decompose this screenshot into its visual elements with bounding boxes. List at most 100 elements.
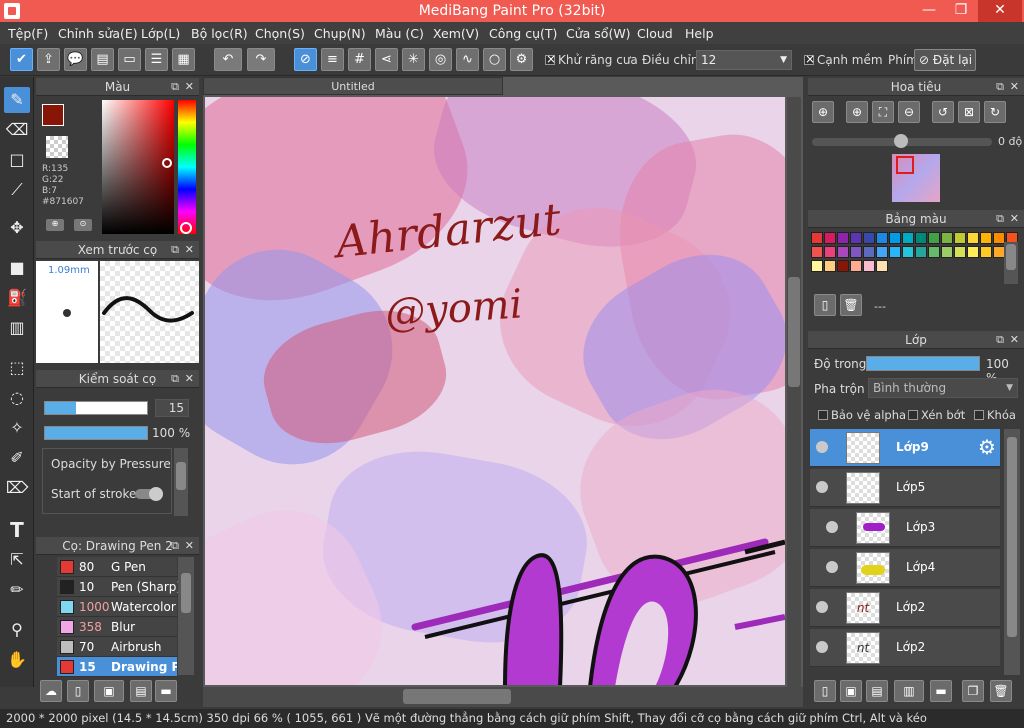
palette-swatch[interactable] [824, 260, 836, 272]
rotation-handle[interactable] [894, 134, 908, 148]
cloud-save-icon[interactable]: ✔ [10, 48, 33, 71]
close-button[interactable]: ✕ [978, 0, 1022, 22]
zoom-plus-icon[interactable]: ⊕ [846, 101, 868, 123]
brush-opacity-slider[interactable] [44, 426, 148, 440]
zoom-out-icon[interactable]: ⊖ [898, 101, 920, 123]
minimize-button[interactable]: — [914, 0, 944, 22]
brush-add-icon[interactable]: ▣ [94, 680, 124, 702]
snap-circle-icon[interactable]: ◎ [429, 48, 452, 71]
palette-swatch[interactable] [941, 232, 953, 244]
brush-new-icon[interactable]: ▯ [67, 680, 89, 702]
lock-checkbox[interactable] [974, 410, 984, 420]
close-icon[interactable]: ✕ [185, 537, 194, 555]
palette-swatch[interactable] [863, 232, 875, 244]
palette-swatch[interactable] [824, 246, 836, 258]
brush-size-slider[interactable] [44, 401, 148, 415]
palette-swatch[interactable] [915, 246, 927, 258]
layer-row[interactable]: Lớp9 ⚙ [810, 429, 1000, 467]
dot-tool-icon[interactable]: □ [4, 147, 30, 173]
rotate-left-icon[interactable]: ↺ [932, 101, 954, 123]
palette-swatch[interactable] [967, 232, 979, 244]
palette-swatch[interactable] [980, 246, 992, 258]
palette-swatch[interactable] [850, 246, 862, 258]
palette-swatch[interactable] [876, 246, 888, 258]
brush-control-scrollbar[interactable] [174, 448, 188, 516]
eraser-tool-icon[interactable]: ⌫ [4, 117, 30, 143]
text-tool-icon[interactable]: T [4, 517, 30, 543]
popout-icon[interactable]: ⧉ [171, 537, 179, 555]
gear-icon[interactable]: ⚙ [978, 435, 996, 459]
palette-swatch[interactable] [811, 246, 823, 258]
protect-alpha-checkbox[interactable] [818, 410, 828, 420]
drawing-canvas[interactable]: Ahrdarzut @yomi [205, 97, 785, 685]
blend-select[interactable]: Bình thường ▼ [868, 378, 1018, 398]
operation-tool-icon[interactable]: ⇱ [4, 547, 30, 573]
magic-wand-tool-icon[interactable]: ✧ [4, 415, 30, 441]
layer-add-menu-icon[interactable]: ▥ [894, 680, 924, 702]
horizontal-scroll-thumb[interactable] [403, 689, 511, 704]
rotate-right-icon[interactable]: ↻ [984, 101, 1006, 123]
brush-item[interactable]: 10 Pen (Sharp) [57, 577, 181, 597]
palette-swatch[interactable] [811, 232, 823, 244]
clip-toggle[interactable]: Xén bớt [908, 408, 965, 422]
close-icon[interactable]: ✕ [185, 241, 194, 259]
eye-icon[interactable] [816, 481, 828, 493]
grid-icon[interactable]: ▦ [172, 48, 195, 71]
close-icon[interactable]: ✕ [185, 370, 194, 388]
close-icon[interactable]: ✕ [185, 78, 194, 96]
fit-icon[interactable]: ⛶ [872, 101, 894, 123]
menu-cloud[interactable]: Cloud [637, 26, 673, 41]
hand-tool-icon[interactable]: ✋ [4, 647, 30, 673]
brush-tool-icon[interactable]: ✎ [4, 87, 30, 113]
canvas-tab[interactable]: Untitled [203, 77, 503, 95]
palette-swatch[interactable] [915, 232, 927, 244]
palette-swatch[interactable] [941, 246, 953, 258]
hue-slider[interactable] [178, 100, 196, 234]
line-brush-tool-icon[interactable]: ⟋ [4, 177, 30, 203]
palette-delete-icon[interactable]: 🗑 [840, 294, 862, 316]
protect-alpha-toggle[interactable]: Bảo vệ alpha [818, 408, 906, 422]
lock-toggle[interactable]: Khóa [974, 408, 1016, 422]
palette-swatch[interactable] [954, 246, 966, 258]
palette-swatch[interactable] [902, 246, 914, 258]
reset-button[interactable]: ⊘ Đặt lại [914, 49, 976, 71]
palette-swatch[interactable] [980, 232, 992, 244]
menu-help[interactable]: Help [685, 26, 714, 41]
snap-off-icon[interactable]: ⊘ [294, 48, 317, 71]
palette-add-icon[interactable]: ⊕ [46, 219, 64, 231]
bucket-tool-icon[interactable]: ⛽ [4, 285, 30, 311]
speech-bubble-icon[interactable]: 💬 [64, 48, 87, 71]
snap-perspective-icon[interactable]: ⋖ [375, 48, 398, 71]
palette-swatch[interactable] [850, 260, 862, 272]
layer-halftone-icon[interactable]: ▣ [840, 680, 862, 702]
palette-swatch[interactable] [902, 232, 914, 244]
layer-duplicate-icon[interactable]: ❐ [962, 680, 984, 702]
menu-tools[interactable]: Công cụ(T) [489, 26, 557, 41]
gradient-tool-icon[interactable]: ▥ [4, 315, 30, 341]
palette-swatch[interactable] [928, 246, 940, 258]
palette-swatch[interactable] [824, 232, 836, 244]
layer-new-icon[interactable]: ▯ [814, 680, 836, 702]
eye-icon[interactable] [816, 601, 828, 613]
antialias-toggle[interactable]: Khử răng cưa [545, 52, 638, 67]
snap-settings-icon[interactable]: ⚙ [510, 48, 533, 71]
layer-8bit-icon[interactable]: ▤ [866, 680, 888, 702]
layer-row[interactable]: nt Lớp2 [810, 589, 1000, 627]
zoom-in-icon[interactable]: ⊕ [812, 101, 834, 123]
menu-layer[interactable]: Lớp(L) [141, 26, 180, 41]
palette-swatch[interactable] [928, 232, 940, 244]
palette-pick-icon[interactable]: ⊙ [74, 219, 92, 231]
palette-swatch[interactable] [954, 232, 966, 244]
menu-color[interactable]: Màu (C) [375, 26, 424, 41]
canvas-horizontal-scrollbar[interactable] [203, 687, 803, 707]
maximize-button[interactable]: ❐ [946, 0, 976, 22]
transparent-swatch[interactable] [46, 136, 68, 158]
layer-row[interactable]: Lớp3 [810, 509, 1000, 547]
smooth-checkbox[interactable] [804, 52, 815, 66]
canvas-vertical-scrollbar[interactable] [787, 97, 801, 687]
lasso-tool-icon[interactable]: ◌ [4, 385, 30, 411]
eye-icon[interactable] [816, 441, 828, 453]
palette-swatch[interactable] [876, 260, 888, 272]
palette-swatch[interactable] [876, 232, 888, 244]
brush-settings-icon[interactable]: ▤ [130, 680, 152, 702]
